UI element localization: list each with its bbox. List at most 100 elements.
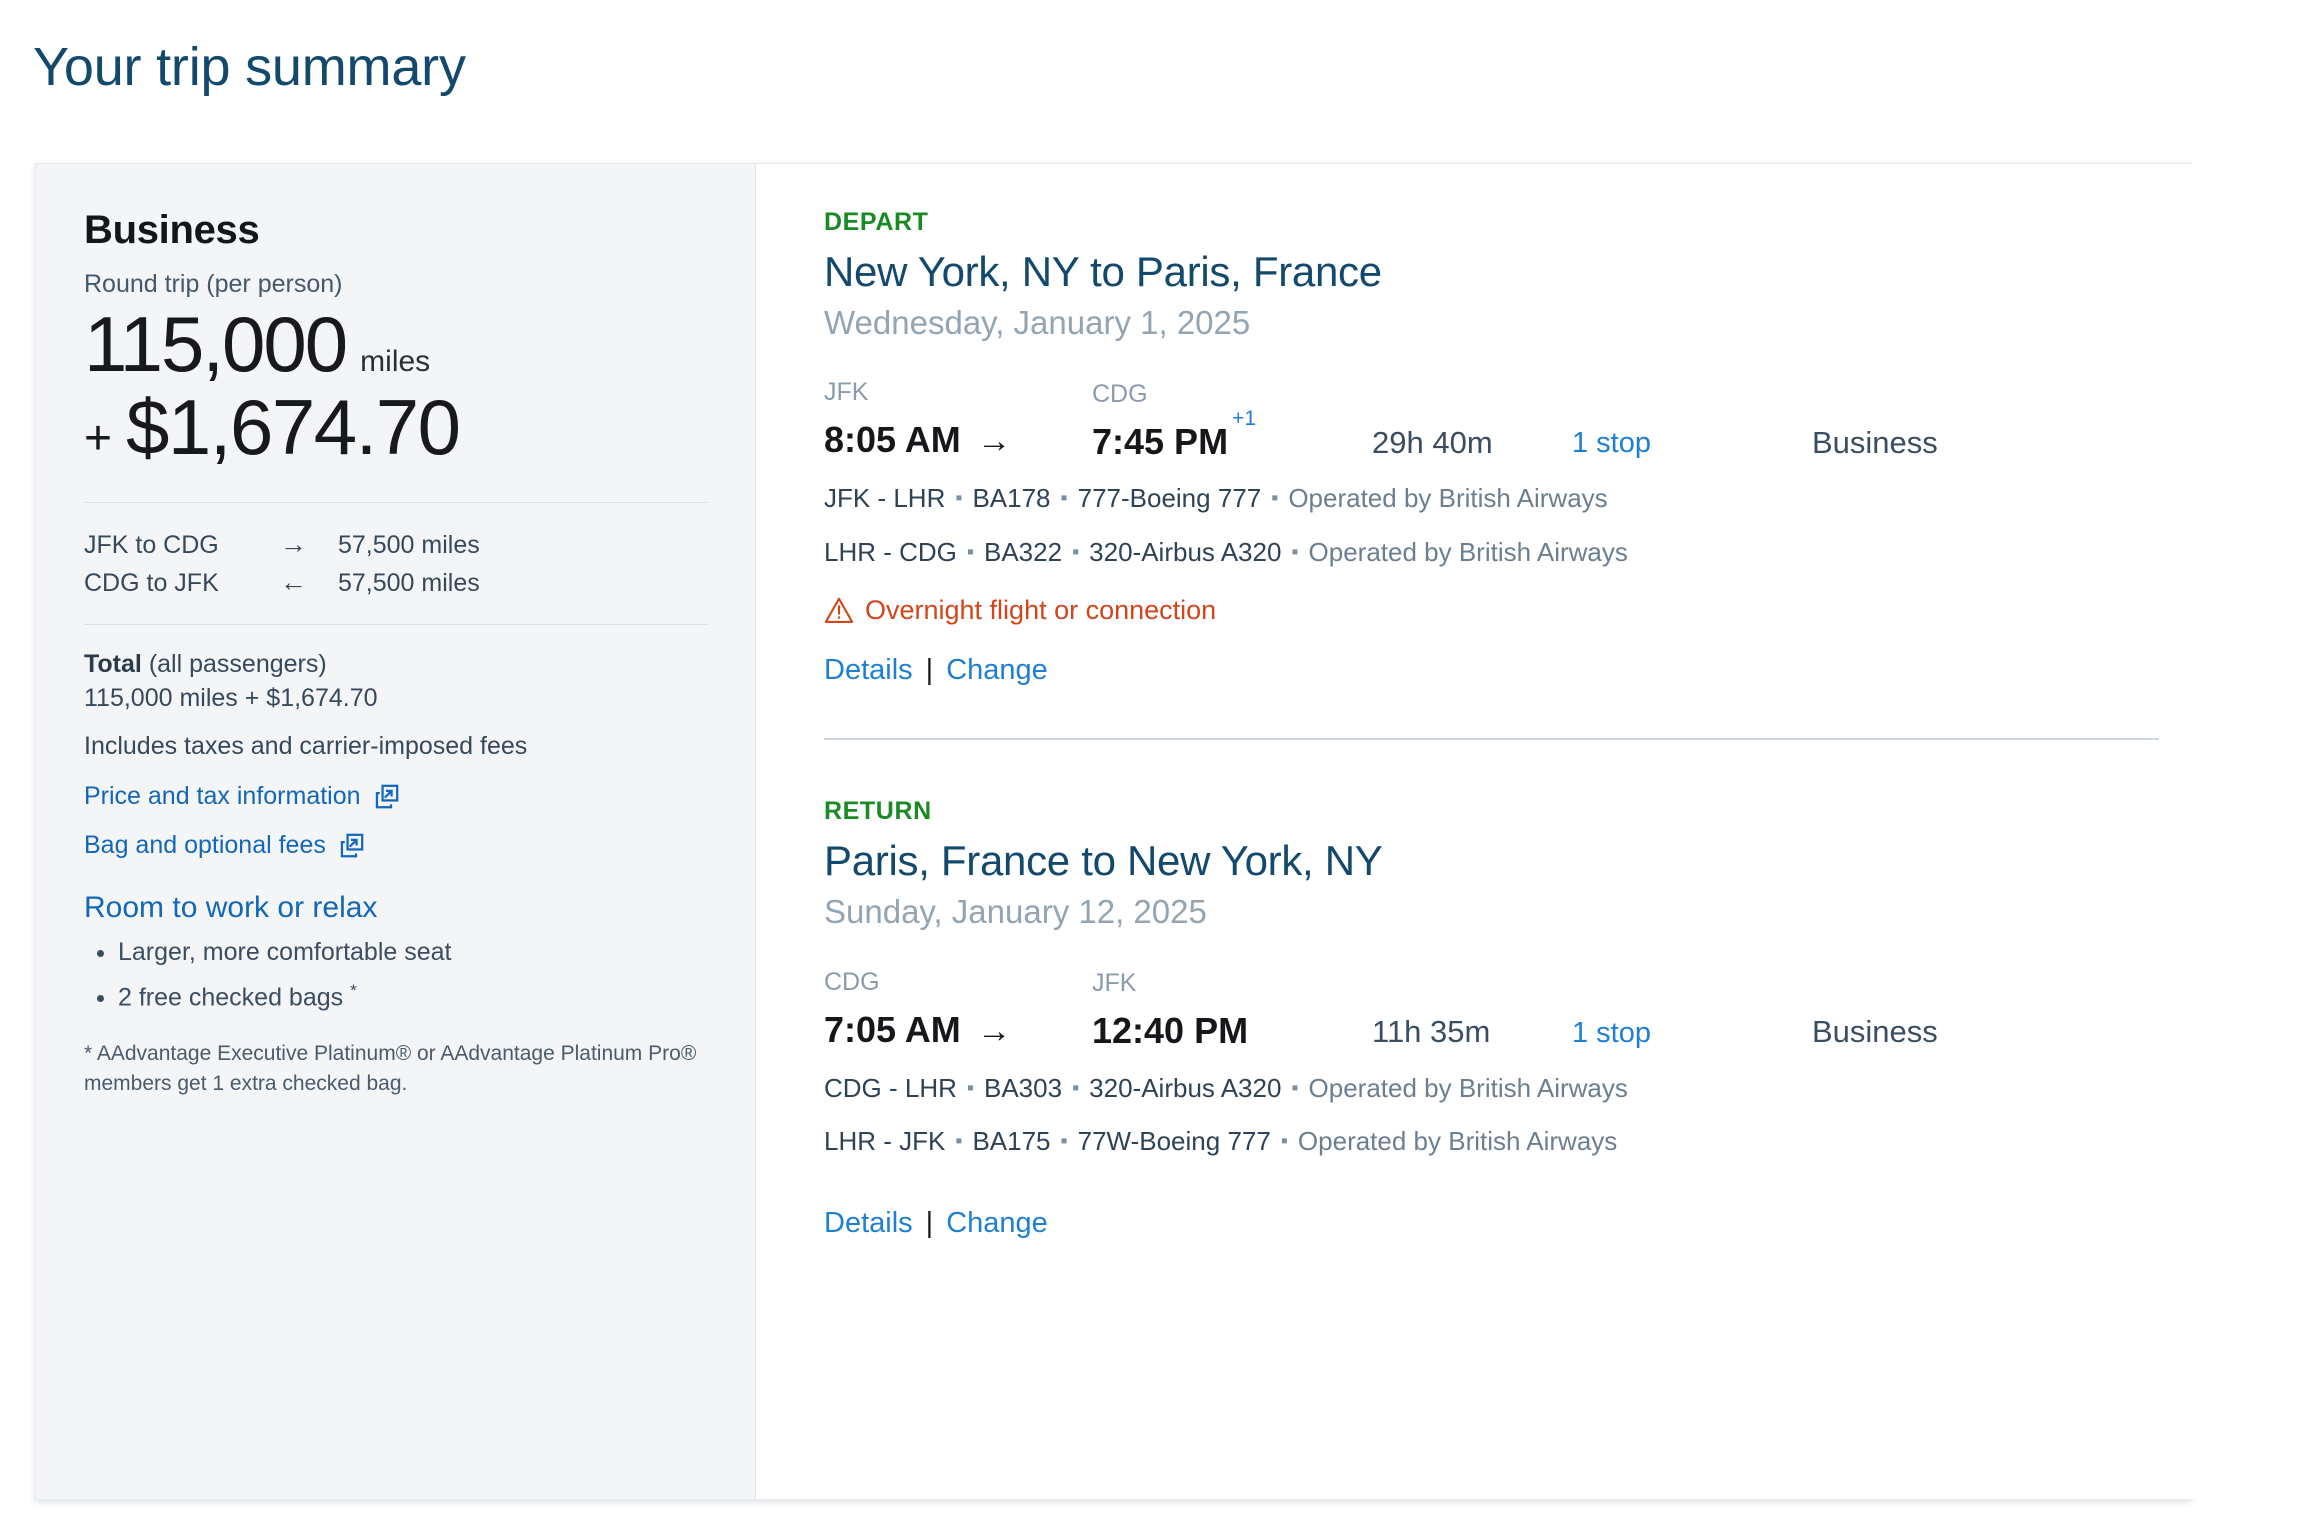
link-separator: | — [925, 653, 934, 686]
trip-summary-page: Your trip summary Business Round trip (p… — [0, 0, 2322, 1540]
depart-slice: DEPART New York, NY to Paris, France Wed… — [824, 207, 2159, 741]
price-summary-panel: Business Round trip (per person) 115,000… — [36, 164, 756, 1499]
divider — [84, 624, 707, 626]
segment-operator: Operated by British Airways — [1288, 483, 1608, 514]
perks-footnote: * AAdvantage Executive Platinum® or AAdv… — [84, 1042, 697, 1096]
origin-airport-code: JFK — [824, 378, 869, 407]
segment-aircraft: 77W-Boeing 777 — [1077, 1126, 1271, 1157]
segment-separator-icon: ▪ — [966, 540, 974, 563]
slice-action-links: Details | Change — [824, 653, 2159, 688]
total-heading: Total (all passengers) — [84, 649, 707, 680]
leg-direction-arrow-icon: → — [280, 528, 307, 559]
segment-flight-number: BA175 — [972, 1126, 1051, 1157]
route-arrow-icon: → — [977, 1011, 1012, 1050]
arrive-time-wrapper: 7:45 PM +1 — [1092, 407, 1256, 462]
details-link[interactable]: Details — [824, 653, 913, 688]
leg-row: JFK to CDG → 57,500 miles — [84, 529, 707, 561]
miles-price-row: 115,000 miles — [84, 300, 707, 388]
segment-row: CDG - LHR ▪ BA303 ▪ 320-Airbus A320 ▪ Operated… — [824, 1072, 2159, 1105]
leg-name: CDG to JFK — [84, 568, 219, 597]
times-row: JFK 8:05 AM → CDG 7:45 PM +1 29h 40m 1 s… — [824, 377, 2159, 461]
miles-unit-label: miles — [360, 345, 431, 378]
divider — [84, 501, 707, 503]
destination-airport-code: JFK — [1092, 969, 1137, 998]
change-link[interactable]: Change — [946, 1206, 1048, 1241]
total-block: Total (all passengers) 115,000 miles + $… — [84, 649, 707, 762]
details-link[interactable]: Details — [824, 1206, 913, 1241]
footnote-marker: * — [350, 980, 357, 1000]
total-label: Total — [84, 650, 142, 679]
itinerary-panel: DEPART New York, NY to Paris, France Wed… — [756, 164, 2215, 1499]
leg-miles: 57,500 miles — [338, 568, 480, 597]
segment-separator-icon: ▪ — [966, 1076, 974, 1099]
perks-heading: Room to work or relax — [84, 891, 378, 925]
cash-amount: $1,674.70 — [126, 383, 461, 472]
slice-kicker: RETURN — [824, 797, 932, 826]
total-qualifier: (all passengers) — [141, 650, 327, 679]
leg-miles: 57,500 miles — [338, 530, 480, 559]
perk-text: Larger, more comfortable seat — [118, 938, 452, 967]
cabin-column: Business — [1812, 1013, 1938, 1050]
duration-column: 11h 35m — [1372, 1013, 1572, 1050]
total-values: 115,000 miles + $1,674.70 — [84, 684, 378, 713]
bag-and-optional-fees-link[interactable]: Bag and optional fees — [84, 830, 707, 860]
price-and-tax-information-link[interactable]: Price and tax information — [84, 781, 707, 811]
leg-row: CDG to JFK ← 57,500 miles — [84, 567, 707, 599]
cabin-heading: Business — [84, 208, 260, 252]
origin-column: CDG 7:05 AM → — [824, 967, 1092, 1051]
slice-route: New York, NY to Paris, France — [824, 248, 1382, 295]
external-link-icon — [373, 783, 400, 810]
round-trip-label: Round trip (per person) — [84, 270, 343, 298]
segment-route: LHR - CDG — [824, 536, 957, 567]
segment-row: LHR - CDG ▪ BA322 ▪ 320-Airbus A320 ▪ Operated… — [824, 536, 2159, 569]
slice-route: Paris, France to New York, NY — [824, 837, 1383, 885]
perk-text: 2 free checked bags — [118, 983, 351, 1012]
segment-aircraft: 320-Airbus A320 — [1089, 536, 1282, 567]
slice-action-links: Details | Change — [824, 1206, 2159, 1241]
leg-name: JFK to CDG — [84, 530, 219, 559]
arrive-time: 7:45 PM — [1092, 420, 1229, 462]
arrive-time-wrapper: 12:40 PM — [1092, 1011, 1248, 1051]
price-and-tax-information-label: Price and tax information — [84, 782, 361, 811]
destination-column: CDG 7:45 PM +1 — [1092, 379, 1372, 462]
segment-separator-icon: ▪ — [1291, 540, 1299, 563]
segment-separator-icon: ▪ — [1271, 487, 1279, 510]
origin-airport-code: CDG — [824, 967, 880, 996]
list-item: Larger, more comfortable seat — [118, 937, 707, 968]
return-slice: RETURN Paris, France to New York, NY Sun… — [824, 796, 2159, 1240]
depart-time: 7:05 AM — [824, 1008, 961, 1050]
leg-direction-arrow-icon: ← — [280, 566, 307, 597]
stops-link[interactable]: 1 stop — [1572, 1016, 1812, 1051]
leg-miles-table: JFK to CDG → 57,500 miles CDG to JFK ← 5… — [84, 529, 707, 599]
overnight-alert: Overnight flight or connection — [824, 594, 2159, 626]
external-link-icon — [338, 832, 365, 859]
slice-date: Sunday, January 12, 2025 — [824, 892, 1207, 930]
change-link[interactable]: Change — [946, 653, 1048, 688]
flight-duration: 11h 35m — [1372, 1014, 1491, 1050]
slice-date: Wednesday, January 1, 2025 — [824, 303, 1251, 341]
trip-summary-card: Business Round trip (per person) 115,000… — [35, 163, 2215, 1500]
segment-separator-icon: ▪ — [1291, 1076, 1299, 1099]
segment-route: LHR - JFK — [824, 1126, 946, 1157]
page-title: Your trip summary — [33, 37, 466, 97]
duration-column: 29h 40m — [1372, 424, 1572, 461]
segment-separator-icon: ▪ — [1060, 1130, 1068, 1153]
segment-separator-icon: ▪ — [955, 1130, 963, 1153]
segment-route: JFK - LHR — [824, 483, 946, 514]
cash-plus-sign: + — [84, 412, 113, 466]
perks-list: Larger, more comfortable seat 2 free che… — [84, 937, 707, 1013]
cash-price-row: + $1,674.70 — [84, 383, 707, 472]
segment-separator-icon: ▪ — [1060, 487, 1068, 510]
cabin-column: Business — [1812, 424, 1938, 461]
stops-column[interactable]: 1 stop — [1572, 426, 1812, 461]
times-row: CDG 7:05 AM → JFK 12:40 PM 11h 35m 1 sto… — [824, 967, 2159, 1051]
stops-column[interactable]: 1 stop — [1572, 1016, 1812, 1051]
segment-flight-number: BA303 — [984, 1072, 1063, 1103]
segment-separator-icon: ▪ — [1280, 1130, 1288, 1153]
segment-operator: Operated by British Airways — [1308, 536, 1628, 567]
route-arrow-icon: → — [977, 422, 1012, 461]
segment-aircraft: 320-Airbus A320 — [1089, 1072, 1282, 1103]
destination-airport-code: CDG — [1092, 379, 1148, 408]
stops-link[interactable]: 1 stop — [1572, 426, 1812, 461]
segment-operator: Operated by British Airways — [1308, 1072, 1628, 1103]
